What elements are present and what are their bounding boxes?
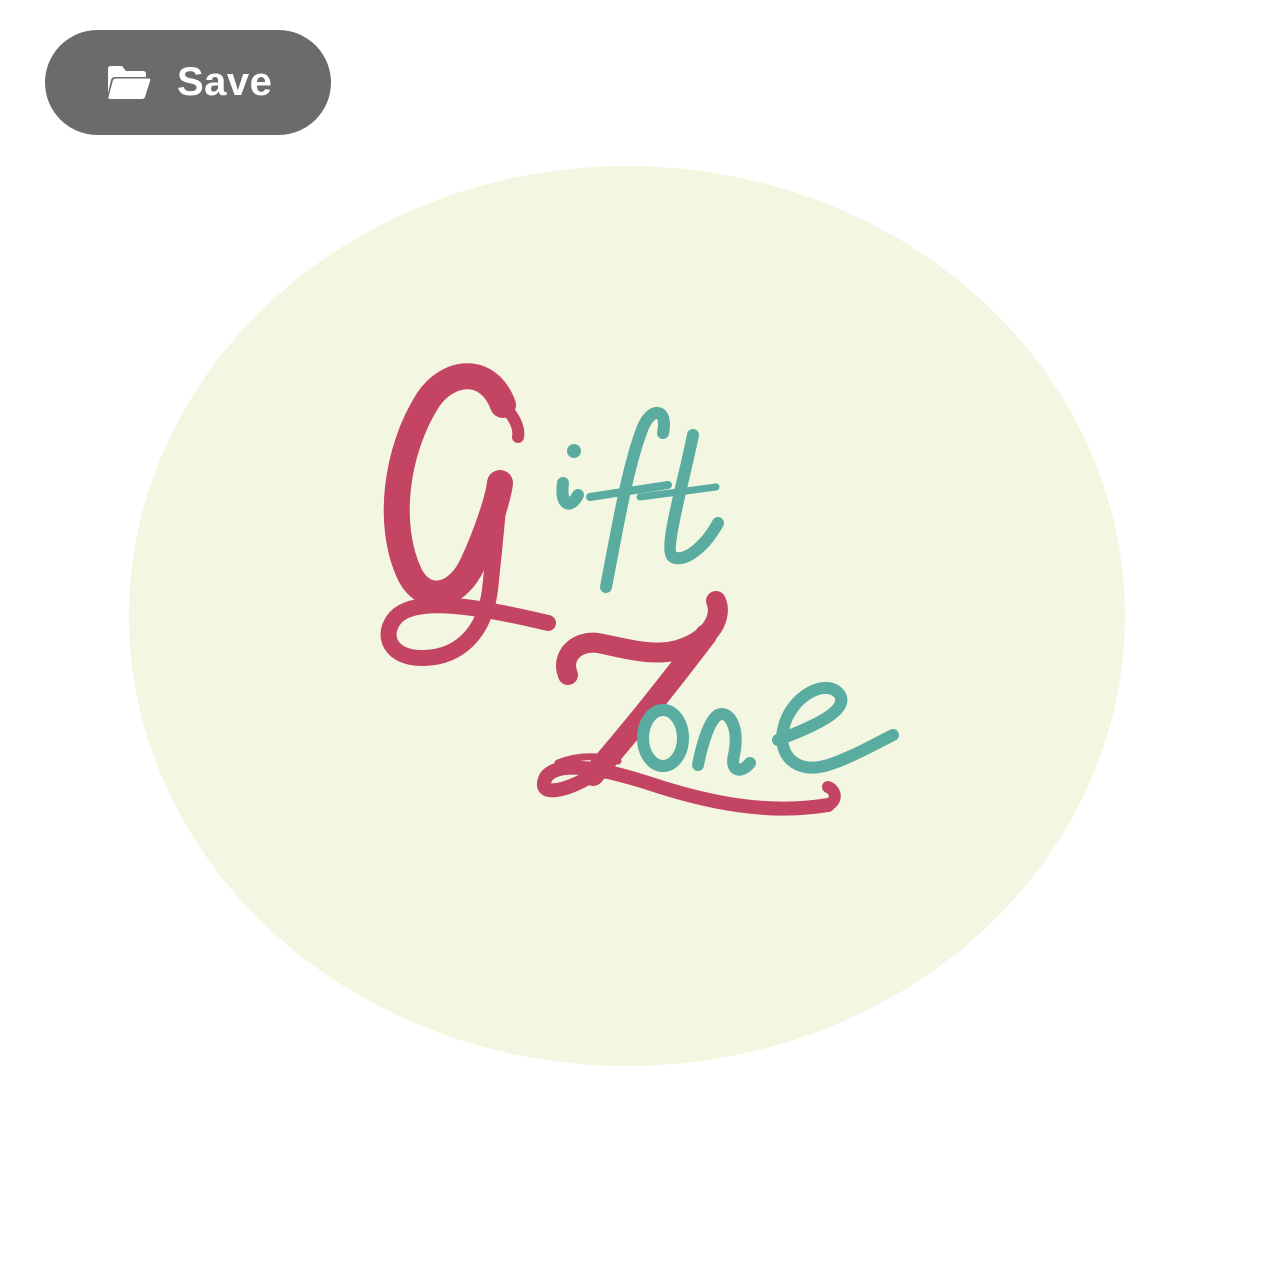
logo-background-circle <box>129 166 1125 1066</box>
logo-graphic <box>129 166 1125 1066</box>
save-button[interactable]: Save <box>45 30 331 135</box>
gift-zone-logo <box>128 165 1126 1067</box>
folder-icon <box>108 65 151 99</box>
save-label: Save <box>177 60 273 104</box>
page: Save <box>0 0 1284 1282</box>
